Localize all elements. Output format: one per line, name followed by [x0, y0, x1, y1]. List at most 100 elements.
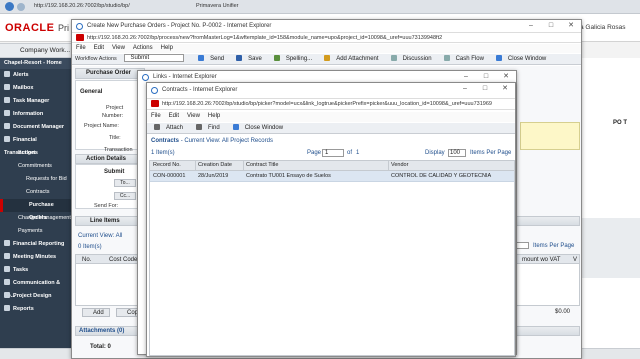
contracts-col-header[interactable]: Contract Title: [246, 162, 278, 168]
page-total: 1: [356, 150, 360, 156]
sidebar-subitem-4[interactable]: Purchase Orders: [0, 199, 72, 221]
to-button[interactable]: To...: [114, 179, 136, 187]
contracts-cell: CONTROL DE CALIDAD Y GEOTECNIA: [391, 173, 492, 179]
sidebar-item-3[interactable]: Information: [0, 108, 72, 121]
po-menubar: File Edit View Actions Help: [72, 44, 581, 53]
minimize-icon[interactable]: –: [521, 20, 541, 32]
contracts-window: Contracts - Internet Explorer – □ ✕ http:/…: [146, 82, 516, 357]
sidebar-project[interactable]: Chapel-Resort - Home: [0, 58, 72, 69]
browser-tab-unifier[interactable]: Primavera Unifier: [196, 3, 238, 9]
contracts-menu-item[interactable]: Edit: [169, 113, 179, 119]
sidebar-bottom-item-1[interactable]: Meeting Minutes: [0, 251, 72, 264]
cc-button[interactable]: Cc...: [114, 192, 136, 200]
contracts-table-row[interactable]: CON-000001 28/Jun/2019 Contrato TU001 Ensa…: [150, 171, 514, 182]
nav-icon: [4, 266, 10, 272]
po-toolbar-button[interactable]: Cash Flow: [441, 55, 487, 62]
sidebar-bottom-label: Tasks: [13, 267, 29, 273]
title-label: Title:: [109, 135, 121, 141]
dollar-icon: [4, 136, 10, 142]
sidebar-item-label: Information: [13, 111, 44, 117]
po-toolbar-label: Close Window: [507, 56, 547, 62]
contracts-menu-item[interactable]: Help: [208, 113, 220, 119]
po-address-bar[interactable]: http://192.168.20.26:7002/bp/process/new…: [72, 32, 581, 43]
contracts-view-text[interactable]: - Current View: All Project Records: [181, 138, 273, 144]
discussion-icon: [390, 55, 397, 61]
line-items-current-view: Current View: All: [78, 233, 123, 239]
forward-icon[interactable]: [17, 3, 25, 11]
user-name[interactable]: a Galicia Rosas: [580, 24, 626, 31]
po-menu-item[interactable]: Actions: [133, 45, 153, 51]
contracts-toolbar-button[interactable]: Find: [193, 124, 223, 131]
close-icon[interactable]: ✕: [561, 20, 581, 32]
amount-total: $0.00: [555, 309, 571, 315]
sidebar-bottom-label: Meeting Minutes: [13, 254, 57, 260]
po-toolbar-button[interactable]: Add Attachment: [321, 55, 381, 62]
po-toolbar-button[interactable]: Discussion: [388, 55, 435, 62]
sidebar-bottom-item-0[interactable]: Financial Reporting: [0, 238, 72, 251]
back-icon[interactable]: [5, 2, 14, 11]
contracts-toolbar-button[interactable]: Attach: [151, 124, 186, 131]
column-divider: [388, 161, 389, 171]
sidebar-item-0[interactable]: Alerts: [0, 69, 72, 82]
sidebar-subitem-label: Change Management: [18, 215, 71, 221]
column-divider: [195, 161, 196, 171]
po-menu-item[interactable]: File: [76, 45, 86, 51]
minimize-icon[interactable]: –: [455, 83, 475, 95]
contracts-address-bar[interactable]: http://192.168.20.26:7002/bp/studio/bp/p…: [147, 98, 515, 110]
sidebar-subitem-3[interactable]: Contracts: [0, 186, 72, 199]
sidebar-subitem-6[interactable]: Payments: [0, 225, 72, 238]
maximize-icon[interactable]: □: [475, 83, 495, 95]
workflow-select[interactable]: Submit: [124, 54, 185, 63]
po-toolbar-button[interactable]: Send: [195, 55, 227, 62]
browser-url[interactable]: http://192.168.20.26:7002/bp/studio/bp/: [34, 3, 130, 9]
contracts-col-header[interactable]: Record No.: [153, 162, 181, 168]
contracts-toolbar-label: Attach: [166, 125, 184, 131]
company-tab[interactable]: Company Work...: [0, 43, 72, 58]
sidebar-item-label: Alerts: [13, 72, 29, 78]
page-input[interactable]: 1: [322, 149, 344, 157]
po-toolbar-button[interactable]: Close Window: [493, 55, 549, 62]
sidebar-subitem-1[interactable]: Commitments: [0, 160, 72, 173]
project-name-label: Project Name:: [84, 123, 119, 129]
sidebar-subitem-2[interactable]: Requests for Bid: [0, 173, 72, 186]
action-details-header[interactable]: Action Details: [75, 154, 145, 164]
po-window-title: Create New Purchase Orders - Project No.…: [87, 23, 272, 29]
page-of-label: of: [347, 150, 353, 156]
contracts-col-header[interactable]: Vendor: [391, 162, 408, 168]
po-menu-item[interactable]: Edit: [94, 45, 104, 51]
po-toolbar-button[interactable]: Spelling...: [271, 55, 315, 62]
contracts-cell: 28/Jun/2019: [198, 173, 229, 179]
po-toolbar-label: Send: [210, 56, 225, 62]
bell-icon: [4, 71, 10, 77]
line-items-select[interactable]: [516, 242, 529, 249]
contracts-table-header: Record No. Creation Date Contract Title Ven…: [150, 161, 514, 171]
purchase-order-section-header[interactable]: Purchase Order: [75, 68, 145, 79]
sidebar-bottom-item-2[interactable]: Tasks: [0, 264, 72, 277]
po-toolbar-button[interactable]: Save: [233, 55, 265, 62]
maximize-icon[interactable]: □: [541, 20, 561, 32]
sidebar-bottom-item-4[interactable]: Project Design: [0, 290, 72, 303]
sidebar-item-1[interactable]: Mailbox: [0, 82, 72, 95]
contracts-toolbar-button[interactable]: Close Window: [230, 124, 286, 131]
contracts-menu-item[interactable]: View: [187, 113, 200, 119]
column-divider: [243, 161, 244, 171]
sidebar-bottom-item-3[interactable]: Communication & Fo...: [0, 277, 72, 299]
sidebar-item-4[interactable]: Document Manager: [0, 121, 72, 134]
add-button[interactable]: Add: [82, 308, 110, 317]
contracts-view-bar: Contracts - Current View: All Project Re…: [147, 136, 515, 146]
contracts-col-header[interactable]: Creation Date: [198, 162, 232, 168]
contracts-menu-item[interactable]: File: [151, 113, 161, 119]
close-icon[interactable]: ✕: [495, 83, 515, 95]
sidebar-item-5[interactable]: Financial Transactions: [0, 134, 72, 156]
sidebar-subitem-5[interactable]: Change Management: [0, 212, 72, 225]
sidebar-bottom-item-5[interactable]: Reports: [0, 303, 72, 316]
po-menu-item[interactable]: View: [112, 45, 125, 51]
nav-icon: [4, 292, 10, 298]
display-select[interactable]: 100: [448, 149, 466, 157]
paperclip-icon: [154, 124, 160, 130]
sidebar-item-2[interactable]: Task Manager: [0, 95, 72, 108]
close-window-icon: [232, 124, 239, 130]
yellow-field[interactable]: [520, 122, 580, 150]
po-menu-item[interactable]: Help: [161, 45, 173, 51]
po-toolbar-label: Discussion: [402, 56, 432, 62]
